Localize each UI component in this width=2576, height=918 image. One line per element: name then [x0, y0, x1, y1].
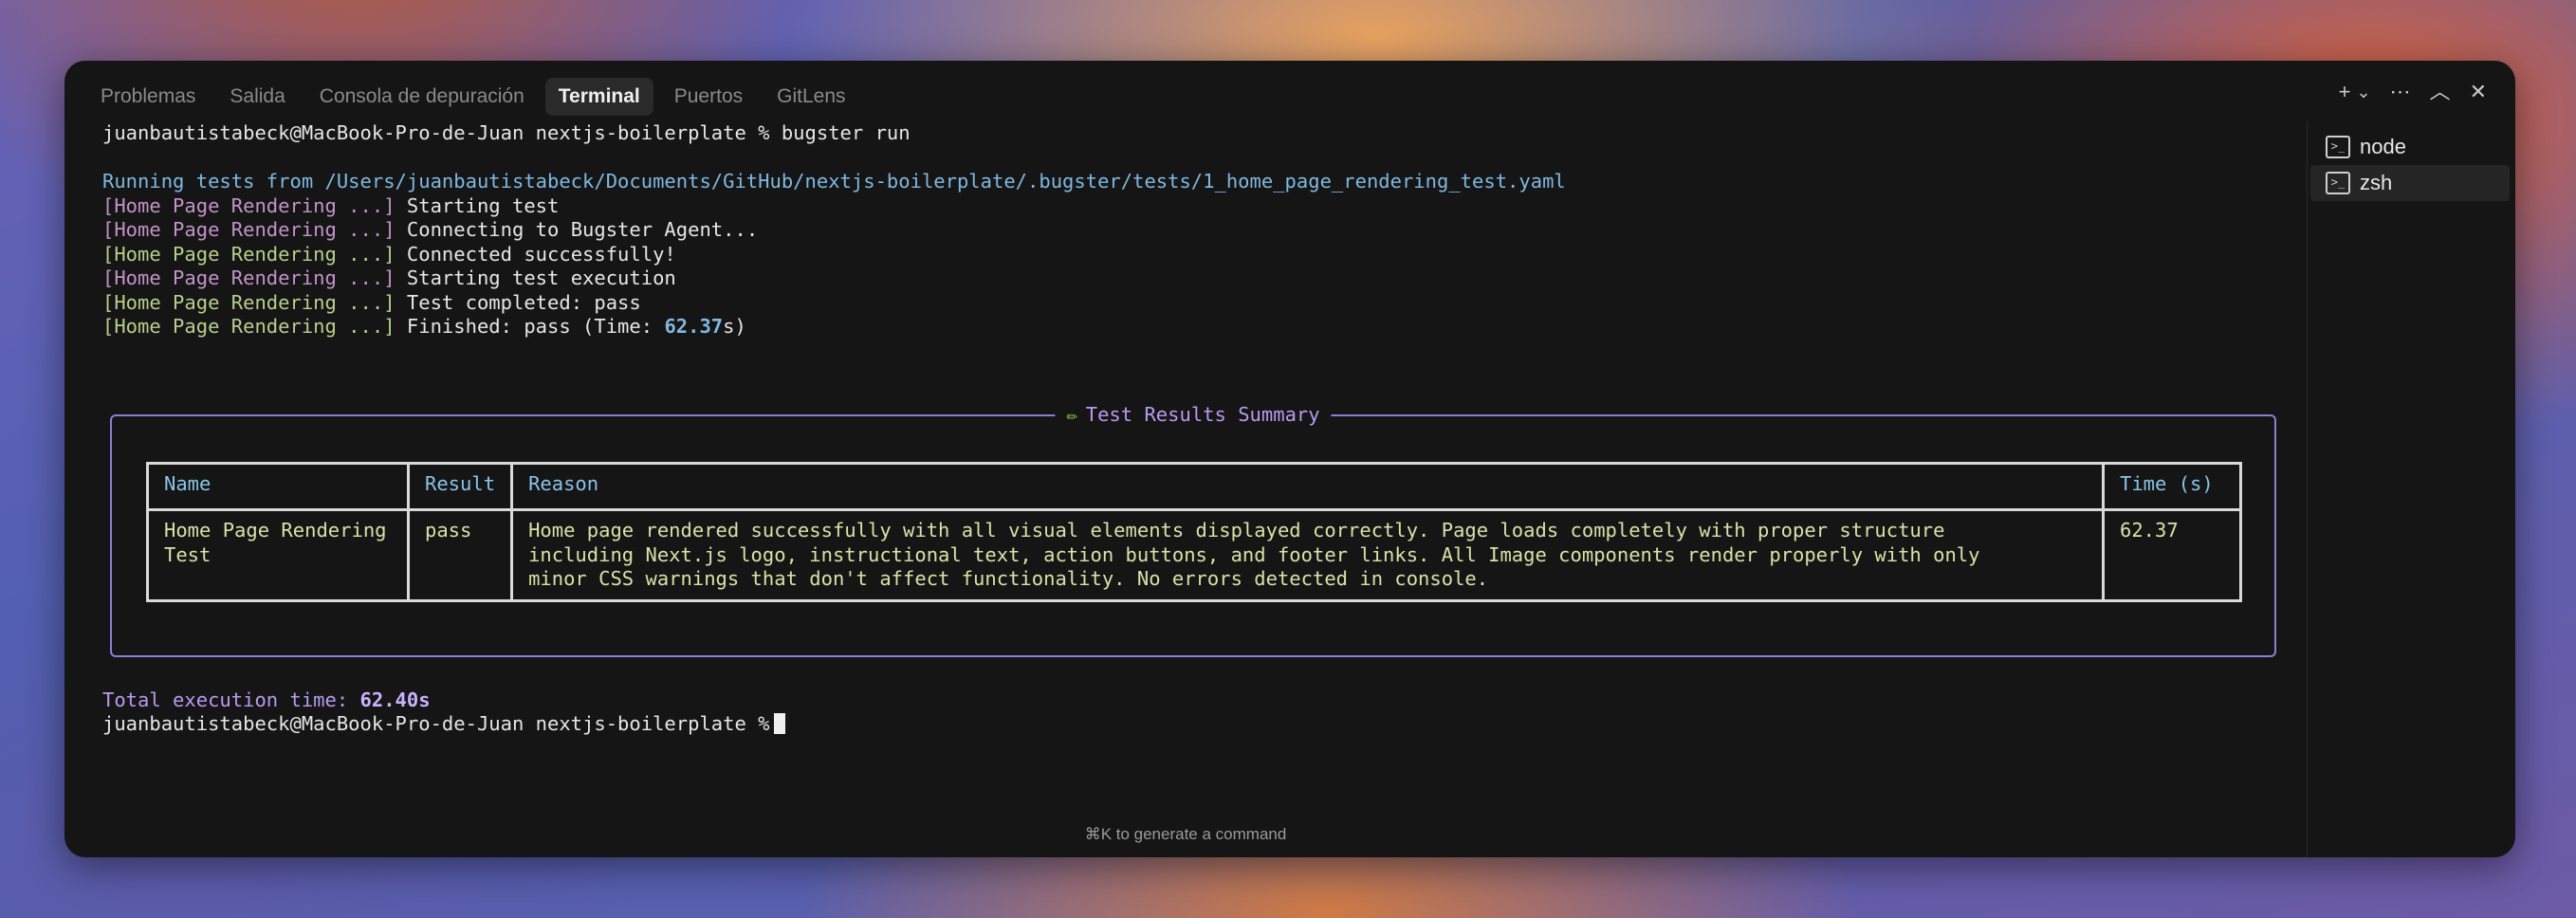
- finished-prefix: Finished: pass (Time:: [395, 315, 665, 338]
- terminal-list: >_ node >_ zsh: [2310, 129, 2510, 201]
- cell-result: pass: [406, 508, 514, 602]
- summary-panel: ✏ Test Results Summary Name Result Reason…: [110, 403, 2276, 657]
- log-prefix: [Home Page Rendering ...]: [102, 218, 396, 241]
- chevron-down-icon[interactable]: ⌄: [2356, 83, 2370, 101]
- results-table: Name Result Reason Time (s) Home Page Re…: [146, 462, 2242, 602]
- panel-tab-bar: Problemas Salida Consola de depuración T…: [64, 61, 2515, 131]
- close-icon[interactable]: ✕: [2470, 82, 2487, 102]
- active-prompt-line[interactable]: juanbautistabeck@MacBook-Pro-de-Juan nex…: [102, 712, 785, 737]
- text-cursor: [773, 713, 785, 734]
- tab-salida[interactable]: Salida: [216, 78, 298, 116]
- table-header-row: Name Result Reason Time (s): [146, 462, 2242, 511]
- terminal-item-node[interactable]: >_ node: [2310, 129, 2510, 165]
- total-value: 62.40s: [359, 688, 431, 711]
- tab-problemas[interactable]: Problemas: [87, 78, 209, 116]
- tab-puertos[interactable]: Puertos: [661, 78, 756, 116]
- log-line: [Home Page Rendering ...] Starting test …: [102, 266, 2341, 291]
- table-row: Home Page Rendering Test pass Home page …: [146, 508, 2242, 602]
- finished-time: 62.37: [664, 315, 724, 338]
- total-label: Total execution time:: [102, 688, 360, 711]
- column-header-name: Name: [146, 462, 410, 511]
- cell-name: Home Page Rendering Test: [146, 508, 410, 602]
- plus-icon[interactable]: +: [2339, 82, 2351, 102]
- tab-gitlens[interactable]: GitLens: [764, 78, 858, 116]
- command-hint: ⌘K to generate a command: [1084, 825, 1287, 843]
- terminal-icon: >_: [2326, 136, 2350, 158]
- log-prefix: [Home Page Rendering ...]: [102, 266, 396, 289]
- log-line-finished: [Home Page Rendering ...] Finished: pass…: [102, 315, 2341, 340]
- log-text: Test completed: pass: [395, 290, 641, 314]
- log-line: [Home Page Rendering ...] Connected succ…: [102, 243, 2341, 267]
- log-prefix: [Home Page Rendering ...]: [102, 290, 396, 314]
- log-line: [Home Page Rendering ...] Starting test: [102, 194, 2341, 219]
- terminal-window: Problemas Salida Consola de depuración T…: [64, 61, 2515, 857]
- prompt: juanbautistabeck@MacBook-Pro-de-Juan nex…: [102, 712, 770, 735]
- cell-reason: Home page rendered successfully with all…: [510, 508, 2105, 602]
- more-icon[interactable]: ⋯: [2390, 82, 2411, 102]
- log-line: [Home Page Rendering ...] Test completed…: [102, 291, 2341, 316]
- terminal-item-label: node: [2360, 135, 2406, 158]
- prompt: juanbautistabeck@MacBook-Pro-de-Juan nex…: [102, 121, 770, 144]
- terminal-item-zsh[interactable]: >_ zsh: [2310, 165, 2510, 201]
- command-line: juanbautistabeck@MacBook-Pro-de-Juan nex…: [102, 121, 2341, 146]
- command: bugster run: [769, 121, 911, 144]
- cell-time: 62.37: [2102, 508, 2242, 602]
- maximize-icon[interactable]: ︿: [2430, 82, 2451, 102]
- terminal-output[interactable]: juanbautistabeck@MacBook-Pro-de-Juan nex…: [102, 121, 2341, 766]
- column-header-result: Result: [406, 462, 514, 511]
- terminal-item-label: zsh: [2360, 171, 2393, 194]
- summary-title-text: Test Results Summary: [1085, 403, 1320, 426]
- tab-consola-depuracion[interactable]: Consola de depuración: [306, 78, 538, 116]
- total-time-line: Total execution time: 62.40s: [102, 688, 431, 713]
- log-text: Connected successfully!: [395, 242, 676, 266]
- terminal-icon: >_: [2326, 172, 2350, 194]
- log-text: Connecting to Bugster Agent...: [395, 218, 759, 241]
- column-header-reason: Reason: [510, 462, 2105, 511]
- column-header-time: Time (s): [2102, 462, 2242, 511]
- pencil-icon: ✏: [1066, 403, 1078, 426]
- log-text: Starting test: [395, 193, 560, 217]
- log-line: [Home Page Rendering ...] Connecting to …: [102, 218, 2341, 243]
- log-prefix: [Home Page Rendering ...]: [102, 315, 396, 338]
- side-divider: [2307, 121, 2308, 857]
- log-prefix: [Home Page Rendering ...]: [102, 193, 396, 217]
- tab-terminal[interactable]: Terminal: [544, 78, 653, 116]
- summary-title: ✏ Test Results Summary: [1055, 403, 1332, 428]
- finished-suffix: s): [723, 315, 746, 338]
- log-text: Starting test execution: [395, 266, 676, 289]
- log-prefix: [Home Page Rendering ...]: [102, 242, 396, 266]
- running-line: Running tests from /Users/juanbautistabe…: [102, 170, 1566, 193]
